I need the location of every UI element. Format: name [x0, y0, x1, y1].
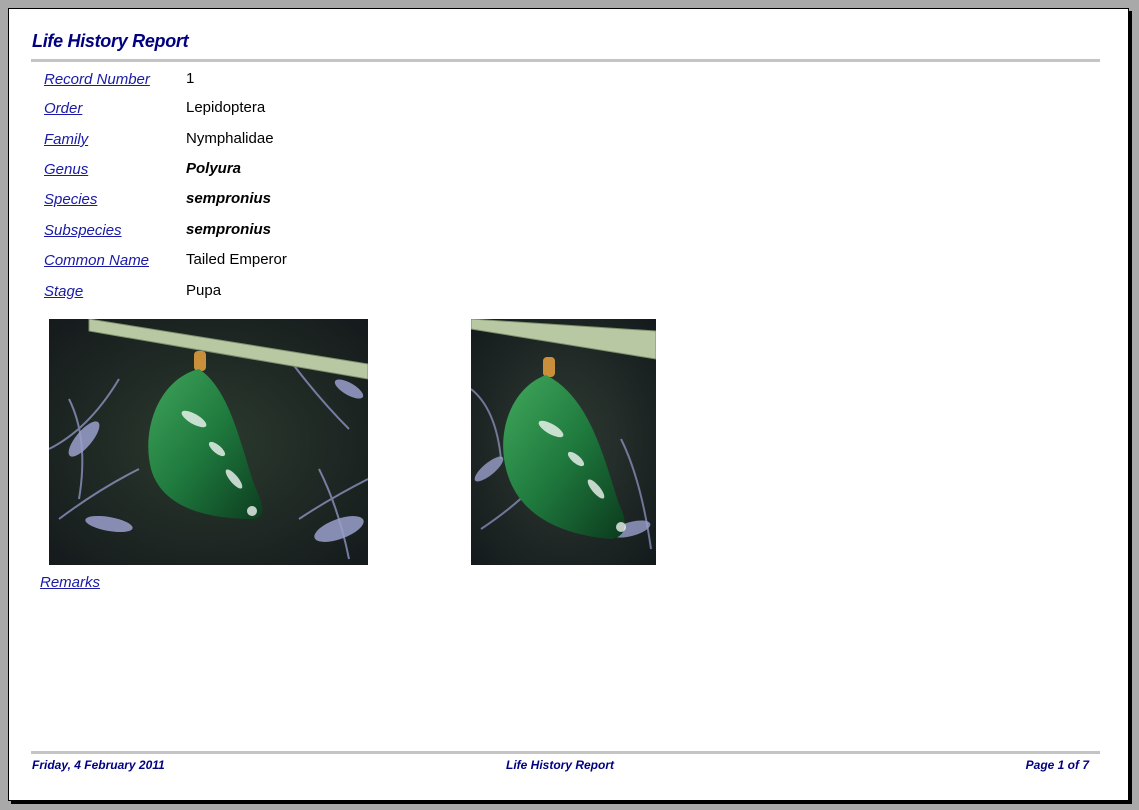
- report-page: Life History Report Record Number 1 Orde…: [8, 8, 1129, 801]
- stage-value: Pupa: [186, 282, 222, 299]
- species-value: sempronius: [186, 190, 272, 207]
- subspecies-label[interactable]: Subspecies: [44, 222, 122, 239]
- stage-label[interactable]: Stage: [44, 283, 83, 300]
- species-label[interactable]: Species: [44, 191, 97, 208]
- genus-label[interactable]: Genus: [44, 161, 88, 178]
- header-rule: [31, 59, 1100, 62]
- pupa-photo-2[interactable]: [471, 319, 656, 565]
- footer-date: Friday, 4 February 2011: [32, 758, 165, 772]
- footer-rule: [31, 751, 1100, 754]
- record-number-label[interactable]: Record Number: [44, 71, 150, 88]
- remarks-label[interactable]: Remarks: [40, 574, 100, 591]
- footer-page-number: Page 1 of 7: [1025, 758, 1089, 772]
- common-name-label[interactable]: Common Name: [44, 252, 149, 269]
- genus-value: Polyura: [186, 160, 242, 177]
- subspecies-value: sempronius: [186, 221, 272, 238]
- footer-title: Life History Report: [506, 758, 615, 772]
- pupa-photo-1[interactable]: [49, 319, 368, 565]
- family-label[interactable]: Family: [44, 131, 88, 148]
- order-label[interactable]: Order: [44, 100, 82, 117]
- order-value: Lepidoptera: [186, 99, 266, 116]
- record-number-value: 1: [186, 70, 195, 87]
- common-name-value: Tailed Emperor: [186, 251, 287, 268]
- report-title: Life History Report: [32, 31, 189, 51]
- family-value: Nymphalidae: [186, 130, 274, 147]
